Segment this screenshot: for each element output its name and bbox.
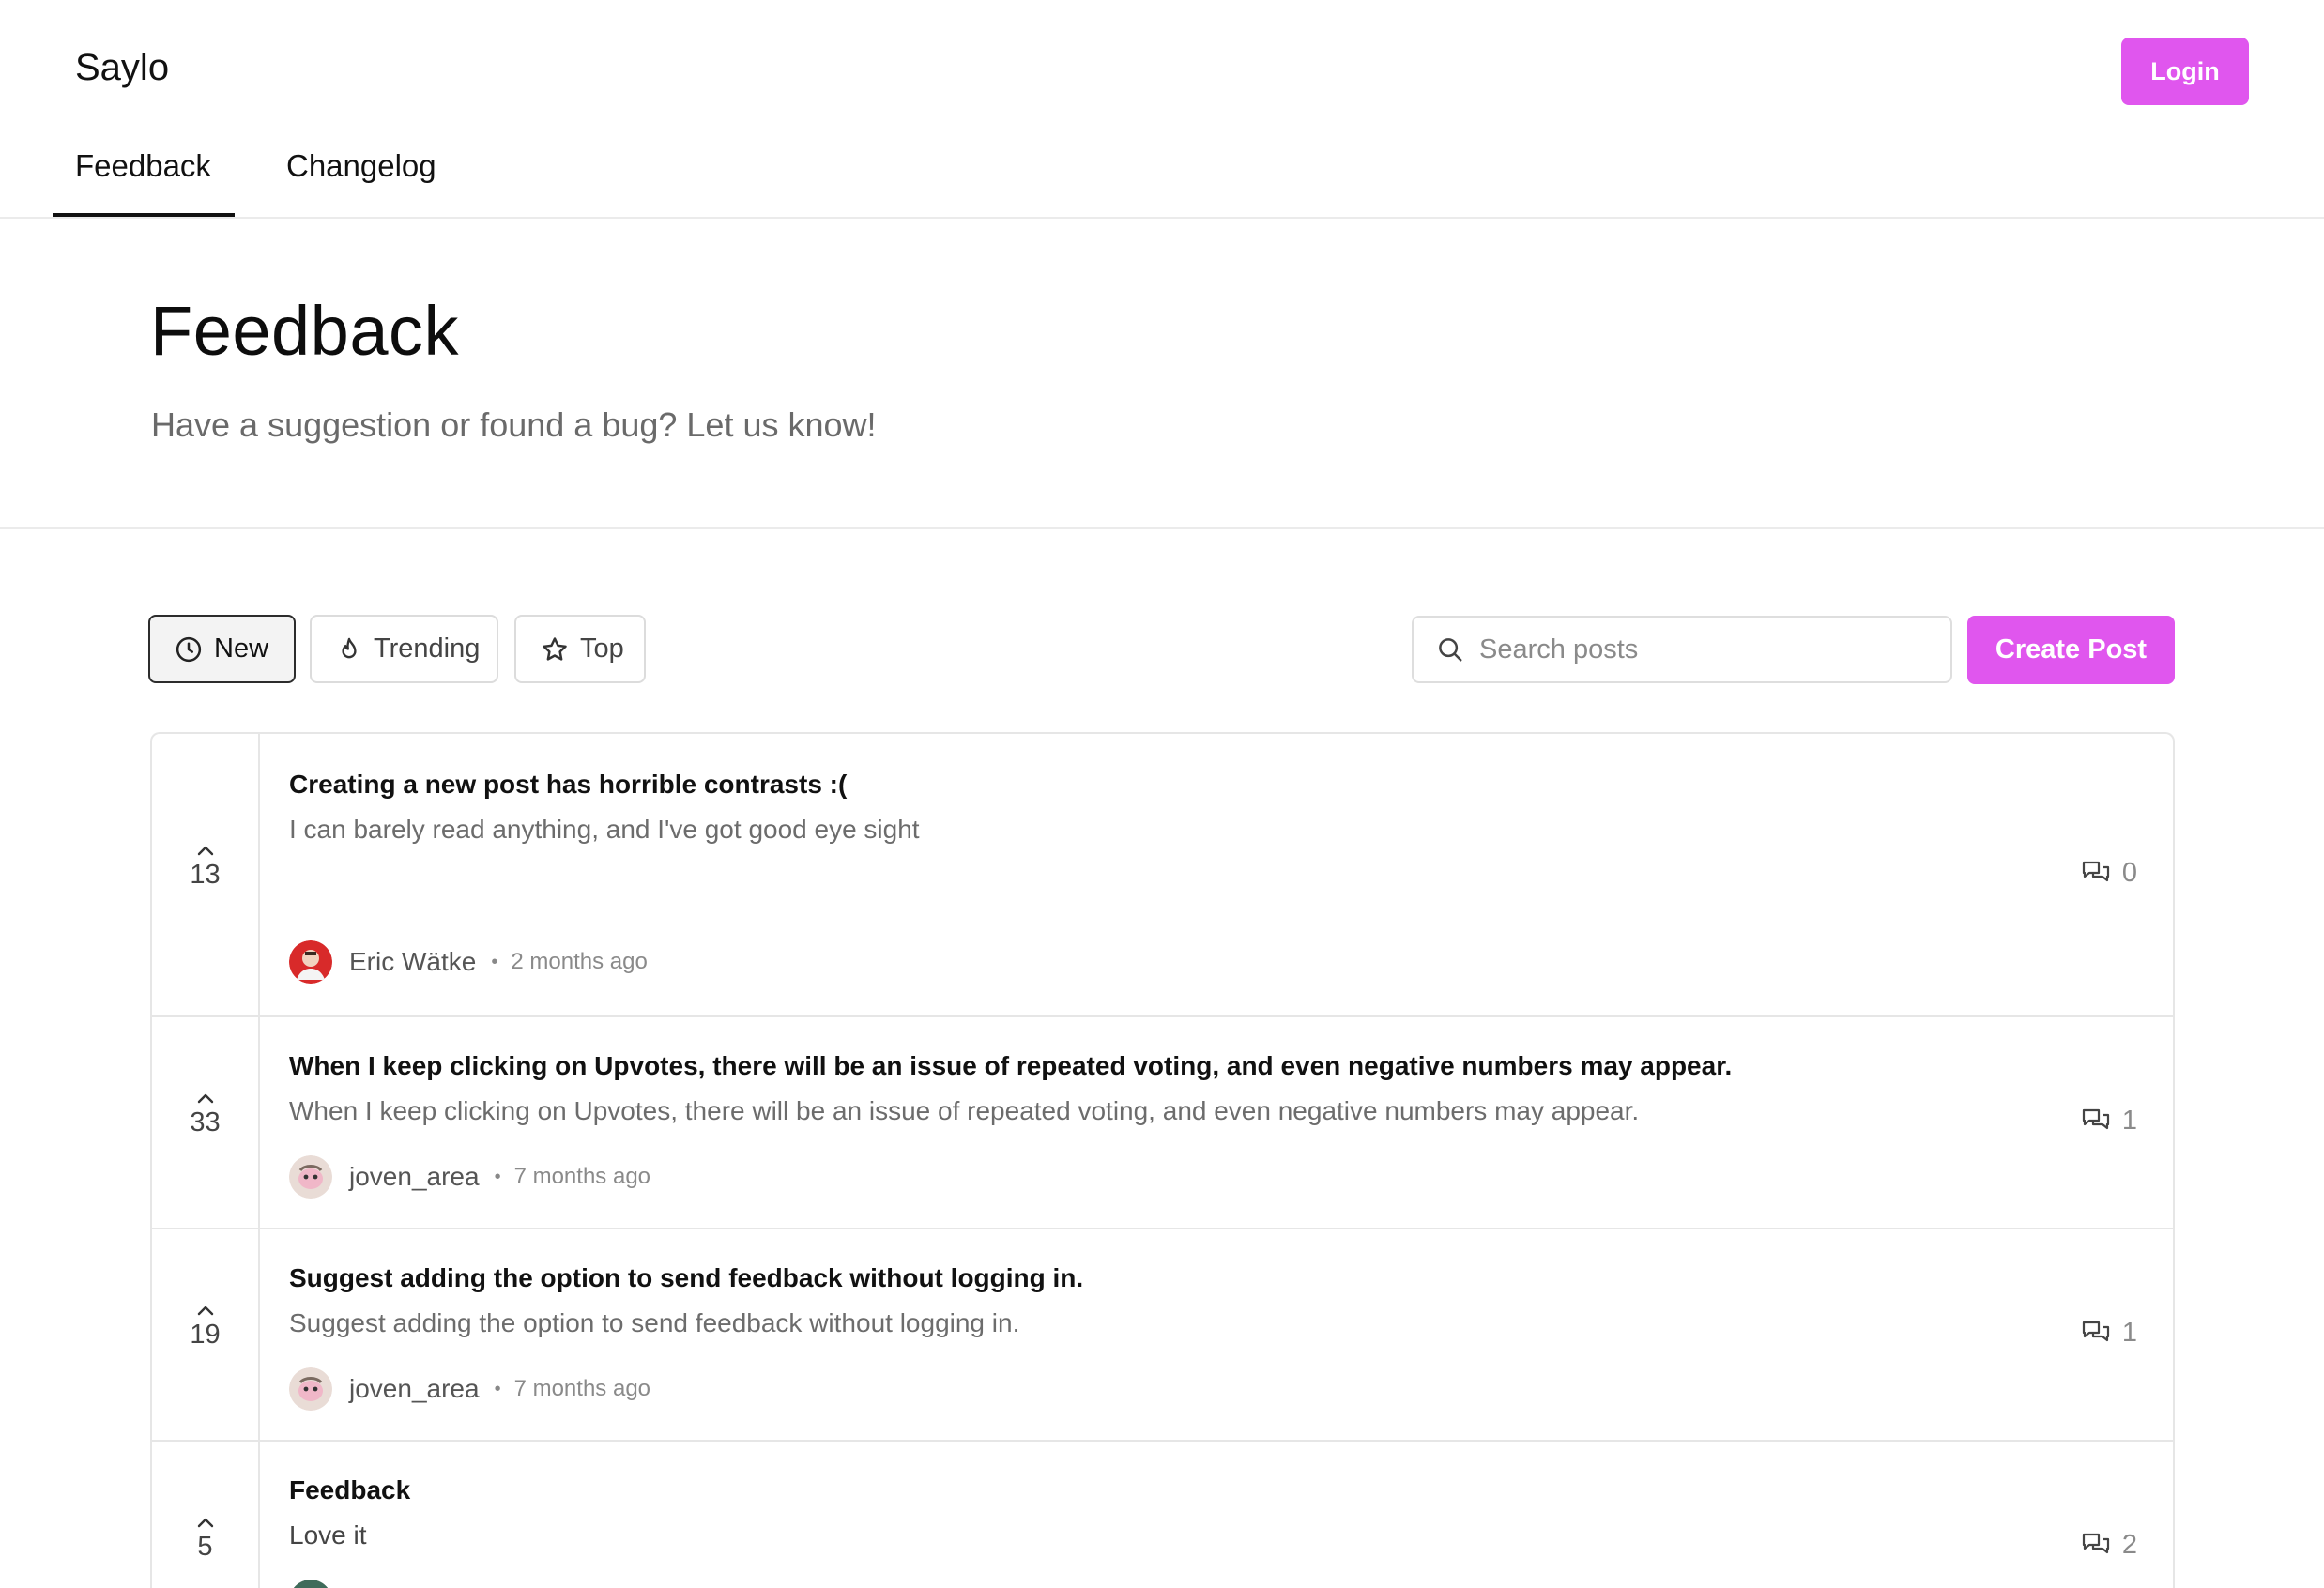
sort-trending-label: Trending	[374, 634, 481, 664]
post-meta: Eric Wätke • 2 months ago	[289, 939, 648, 985]
active-tab-indicator	[53, 213, 235, 217]
avatar	[289, 1367, 332, 1411]
sort-top-button[interactable]: Top	[514, 615, 646, 683]
post-title[interactable]: When I keep clicking on Upvotes, there w…	[289, 1051, 1732, 1081]
post-meta	[289, 1579, 332, 1588]
avatar	[289, 940, 332, 984]
create-post-button[interactable]: Create Post	[1967, 616, 2175, 684]
post-meta: joven_area • 7 months ago	[289, 1367, 650, 1412]
page: Saylo Login Feedback Changelog Feedback …	[0, 0, 2324, 1588]
separator-dot: •	[491, 951, 498, 972]
upvote-control[interactable]: 19	[152, 1303, 258, 1351]
page-subtitle: Have a suggestion or found a bug? Let us…	[151, 405, 877, 444]
tab-changelog[interactable]: Changelog	[286, 148, 436, 184]
chevron-up-icon[interactable]	[194, 1303, 217, 1318]
comments-icon	[2082, 1533, 2109, 1553]
divider	[0, 527, 2324, 529]
post-body: Love it	[289, 1520, 367, 1550]
vote-count: 19	[190, 1320, 221, 1350]
upvote-control[interactable]: 5	[152, 1515, 258, 1563]
avatar	[289, 1155, 332, 1199]
search-icon	[1439, 638, 1462, 662]
search-box[interactable]	[1412, 616, 1952, 683]
chevron-up-icon[interactable]	[194, 1515, 217, 1530]
comment-count-badge[interactable]: 1	[2081, 1318, 2137, 1349]
login-button[interactable]: Login	[2121, 38, 2249, 105]
clock-icon	[176, 636, 202, 662]
sort-top-label: Top	[580, 634, 624, 664]
comment-count: 2	[2121, 1530, 2137, 1560]
post-item[interactable]: 13 Creating a new post has horrible cont…	[152, 734, 2173, 1017]
comment-count-badge[interactable]: 2	[2081, 1530, 2137, 1561]
tab-feedback[interactable]: Feedback	[75, 148, 211, 184]
comment-count-badge[interactable]: 0	[2081, 858, 2137, 889]
post-item[interactable]: 5 Feedback Love it 2	[152, 1442, 2173, 1588]
comment-count: 1	[2121, 1318, 2137, 1348]
comments-icon	[2082, 1321, 2109, 1341]
search-input[interactable]	[1479, 634, 1930, 665]
star-icon	[543, 636, 567, 661]
post-item[interactable]: 33 When I keep clicking on Upvotes, ther…	[152, 1017, 2173, 1229]
comment-count: 0	[2121, 858, 2137, 888]
post-list: 13 Creating a new post has horrible cont…	[150, 732, 2175, 1588]
upvote-control[interactable]: 33	[152, 1091, 258, 1138]
chevron-up-icon[interactable]	[194, 1091, 217, 1106]
post-item[interactable]: 19 Suggest adding the option to send fee…	[152, 1229, 2173, 1442]
post-timestamp: 7 months ago	[513, 1376, 651, 1401]
comments-icon	[2082, 861, 2109, 881]
post-meta: joven_area • 7 months ago	[289, 1154, 650, 1199]
avatar	[289, 1580, 332, 1588]
comment-count-badge[interactable]: 1	[2081, 1106, 2137, 1137]
author-name[interactable]: joven_area	[349, 1162, 480, 1192]
comment-count: 1	[2121, 1106, 2137, 1136]
brand-logo[interactable]: Saylo	[75, 47, 169, 89]
post-body: I can barely read anything, and I've got…	[289, 815, 920, 844]
post-title[interactable]: Suggest adding the option to send feedba…	[289, 1263, 1083, 1293]
page-title: Feedback	[150, 292, 459, 370]
post-body: Suggest adding the option to send feedba…	[289, 1308, 1020, 1337]
vote-count: 5	[197, 1532, 213, 1562]
separator-dot: •	[494, 1166, 501, 1187]
post-body: When I keep clicking on Upvotes, there w…	[289, 1096, 1640, 1125]
chevron-up-icon[interactable]	[194, 843, 217, 858]
separator-dot: •	[494, 1378, 501, 1399]
flame-icon	[342, 637, 357, 658]
vote-count: 33	[190, 1107, 221, 1138]
sort-trending-button[interactable]: Trending	[310, 615, 498, 683]
top-bar: Saylo Login Feedback Changelog	[0, 0, 2324, 219]
sort-new-label: New	[214, 634, 269, 664]
post-timestamp: 7 months ago	[513, 1164, 651, 1189]
sort-new-button[interactable]: New	[148, 615, 296, 683]
post-title[interactable]: Creating a new post has horrible contras…	[289, 770, 847, 800]
post-title[interactable]: Feedback	[289, 1475, 410, 1505]
post-timestamp: 2 months ago	[511, 949, 648, 974]
vote-count: 13	[190, 860, 221, 890]
comments-icon	[2082, 1108, 2109, 1129]
author-name[interactable]: joven_area	[349, 1374, 480, 1404]
upvote-control[interactable]: 13	[152, 843, 258, 891]
author-name[interactable]: Eric Wätke	[349, 947, 476, 977]
